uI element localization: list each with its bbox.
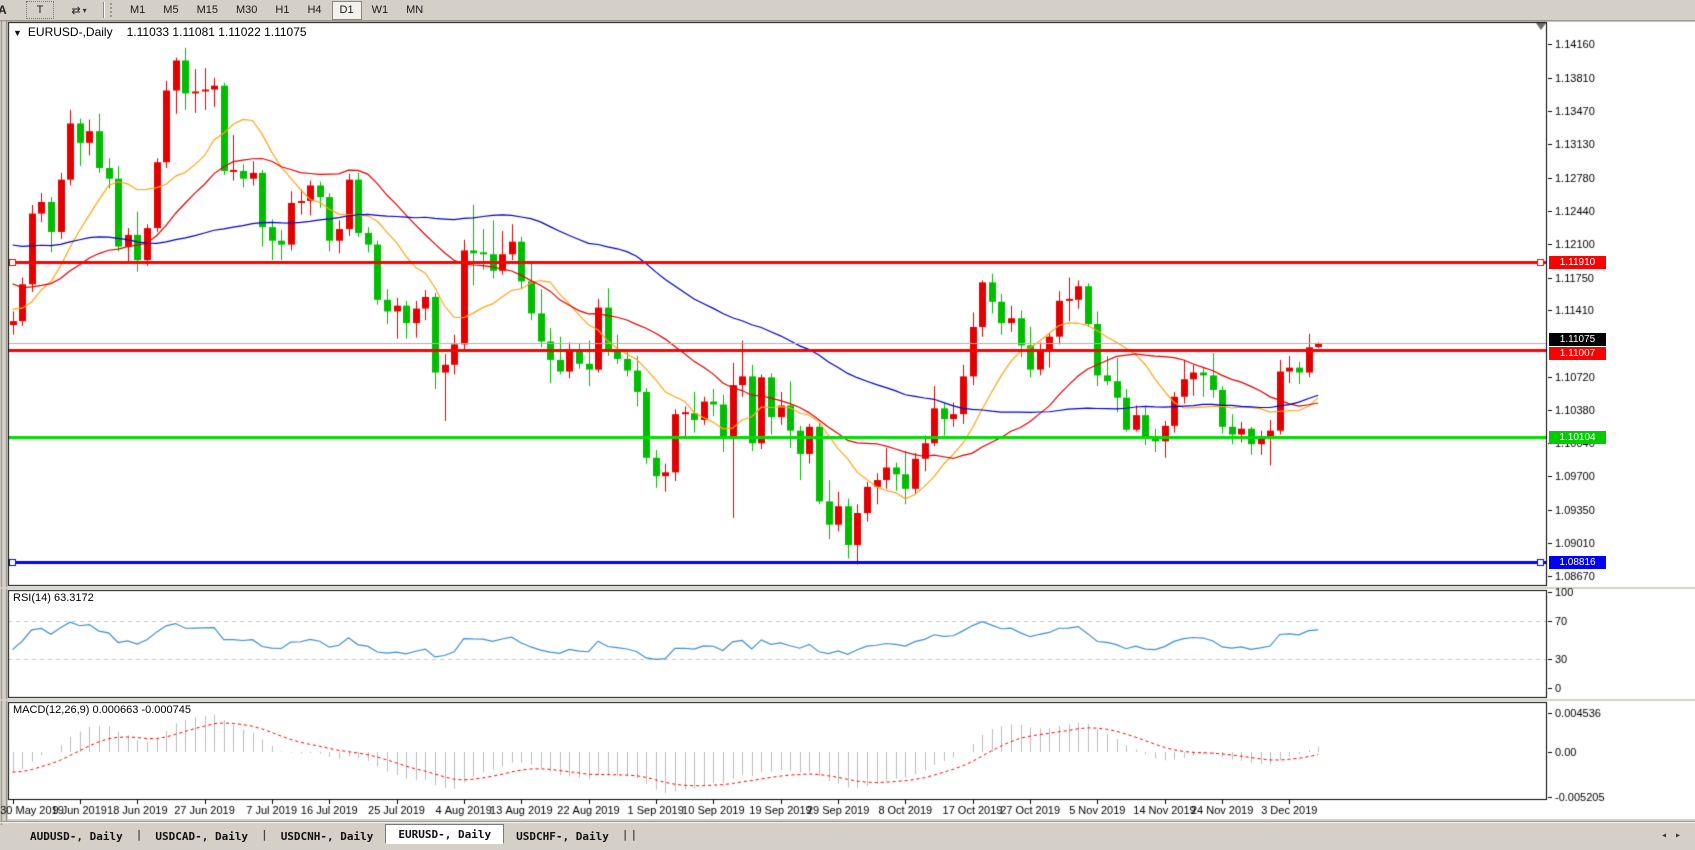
- timeframe-button-m5[interactable]: M5: [155, 1, 186, 20]
- price-badge-1-11075: 1.11075: [1549, 333, 1606, 346]
- toolbar-grip: [110, 3, 115, 17]
- chart-ohlc-values: 1.11033 1.11081 1.11022 1.11075: [127, 25, 307, 39]
- price-badge-1-08816: 1.08816: [1549, 556, 1606, 569]
- timeframe-button-group: M1M5M15M30H1H4D1W1MN: [121, 1, 432, 20]
- chart-canvas[interactable]: [0, 0, 1695, 850]
- tab-separator: |: [260, 828, 269, 841]
- tab-usdcnh-daily[interactable]: USDCNH-, Daily: [269, 827, 386, 844]
- tab-list: AUDUSD-, Daily|USDCAD-, Daily|USDCNH-, D…: [18, 824, 638, 844]
- tab-separator: |: [629, 828, 638, 841]
- rsi-label: RSI(14) 63.3172: [13, 592, 94, 604]
- tab-separator: |: [135, 828, 144, 841]
- timeframe-button-m1[interactable]: M1: [122, 1, 153, 20]
- timeframe-button-h4[interactable]: H4: [299, 1, 329, 20]
- price-badge-1-10104: 1.10104: [1549, 431, 1606, 444]
- timeframe-button-m15[interactable]: M15: [189, 1, 226, 20]
- letter-a-icon: A: [0, 3, 12, 17]
- cursor-mode-button[interactable]: ⇄ ▾: [66, 2, 92, 18]
- tabbar-corner: [0, 827, 18, 844]
- timeframe-button-mn[interactable]: MN: [398, 1, 431, 20]
- tab-usdcad-daily[interactable]: USDCAD-, Daily: [143, 827, 260, 844]
- symbol-tabbar: AUDUSD-, Daily|USDCAD-, Daily|USDCNH-, D…: [0, 825, 1695, 844]
- tab-usdchf-daily[interactable]: USDCHF-, Daily: [504, 827, 621, 844]
- chevron-down-icon: ▾: [83, 6, 87, 15]
- status-bar: [0, 844, 1695, 850]
- toolbar-separator: [103, 2, 105, 18]
- timeframe-button-d1[interactable]: D1: [332, 1, 362, 20]
- tab-scroll-arrows[interactable]: ◂▸: [1661, 830, 1689, 841]
- toolbar: A T ⇄ ▾ M1M5M15M30H1H4D1W1MN: [0, 0, 1695, 21]
- trading-app-window: A T ⇄ ▾ M1M5M15M30H1H4D1W1MN ▼ EURUSD-,Da…: [0, 0, 1695, 850]
- chart-title: ▼ EURUSD-,Daily 1.11033 1.11081 1.11022 1.…: [13, 25, 307, 39]
- text-tool-button[interactable]: T: [26, 1, 54, 19]
- tab-scroll-left-icon[interactable]: ◂: [1661, 830, 1675, 841]
- tab-eurusd-daily[interactable]: EURUSD-, Daily: [385, 824, 504, 844]
- tab-separator: |: [621, 828, 630, 841]
- timeframe-button-w1[interactable]: W1: [364, 1, 397, 20]
- chart-symbol-label: EURUSD-,Daily: [28, 25, 113, 39]
- timeframe-button-h1[interactable]: H1: [267, 1, 297, 20]
- price-badge-1-11910: 1.11910: [1549, 256, 1606, 269]
- tab-audusd-daily[interactable]: AUDUSD-, Daily: [18, 827, 135, 844]
- price-badge-1-11007: 1.11007: [1549, 347, 1606, 360]
- tab-scroll-right-icon[interactable]: ▸: [1675, 830, 1689, 841]
- timeframe-button-m30[interactable]: M30: [228, 1, 265, 20]
- chart-dropdown-icon[interactable]: ▼: [13, 28, 22, 38]
- macd-label: MACD(12,26,9) 0.000663 -0.000745: [13, 704, 191, 716]
- cursor-arrows-icon: ⇄: [71, 4, 80, 17]
